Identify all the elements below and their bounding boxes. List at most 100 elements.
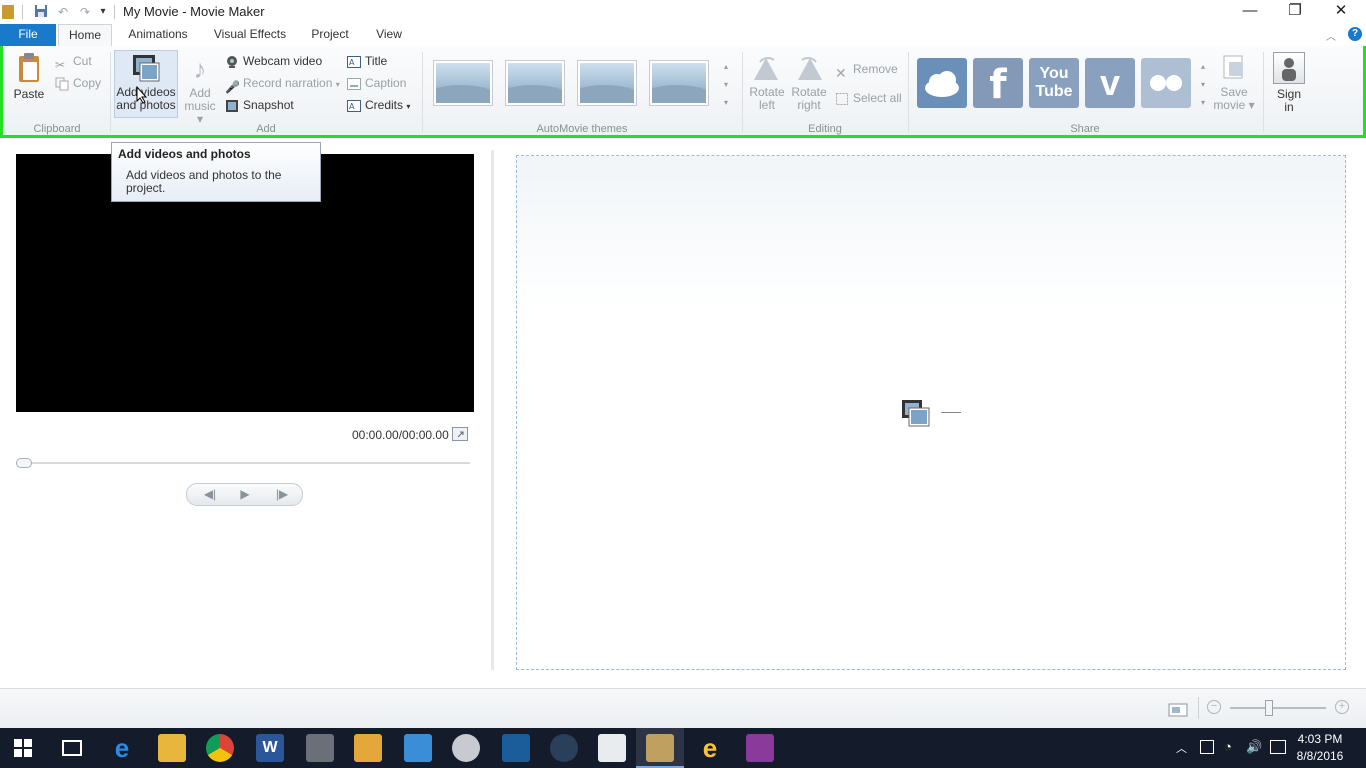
theme-thumbnail[interactable] bbox=[433, 60, 493, 106]
app-icon-recorder[interactable] bbox=[598, 734, 626, 762]
tab-visual-effects[interactable]: Visual Effects bbox=[206, 24, 294, 46]
next-frame-icon[interactable]: |▶ bbox=[269, 487, 295, 503]
taskbar: e W e ︿ ◔ 🔊 4:03 PM 8/8/2016 bbox=[0, 728, 1366, 768]
copy-label: Copy bbox=[73, 76, 102, 90]
rotate-left-icon bbox=[752, 54, 782, 82]
edge-icon[interactable]: e bbox=[108, 734, 136, 762]
themes-gallery-scroll[interactable]: ▴ ▾ ▾ bbox=[719, 58, 733, 112]
save-movie-icon bbox=[1221, 54, 1247, 82]
restore-button[interactable]: ❐ bbox=[1272, 0, 1318, 24]
play-icon[interactable]: ▶ bbox=[233, 487, 257, 503]
clock-time[interactable]: 4:03 PM bbox=[1290, 732, 1350, 746]
chrome-icon[interactable] bbox=[206, 734, 234, 762]
show-hidden-icons-icon[interactable]: ︿ bbox=[1176, 740, 1187, 756]
add-music-button[interactable]: ♪ Add music ▾ bbox=[181, 54, 219, 126]
fullscreen-preview-icon[interactable] bbox=[452, 427, 468, 441]
share-gallery-scroll[interactable]: ▴ ▾ ▾ bbox=[1196, 58, 1210, 112]
help-icon[interactable]: ? bbox=[1348, 27, 1362, 41]
select-all-icon bbox=[835, 92, 849, 106]
credits-label: Credits bbox=[365, 98, 404, 112]
paste-button[interactable]: Paste bbox=[9, 52, 49, 101]
app-icon-spider[interactable] bbox=[306, 734, 334, 762]
chevron-down-icon: ▾ bbox=[335, 80, 340, 89]
credits-button[interactable]: A Credits ▾ bbox=[347, 95, 410, 115]
tab-animations[interactable]: Animations bbox=[120, 24, 196, 46]
minimize-button[interactable]: — bbox=[1227, 0, 1273, 24]
word-icon[interactable]: W bbox=[256, 734, 284, 762]
zoom-slider-track[interactable] bbox=[1230, 707, 1326, 709]
zoom-out-icon[interactable]: − bbox=[1207, 700, 1221, 714]
close-button[interactable]: ✕ bbox=[1318, 0, 1364, 24]
redo-icon[interactable]: ↷ bbox=[77, 4, 93, 20]
notifications-icon[interactable] bbox=[1270, 740, 1286, 754]
tab-view[interactable]: View bbox=[366, 24, 412, 46]
undo-icon[interactable]: ↶ bbox=[55, 4, 71, 20]
add-media-placeholder-icon[interactable] bbox=[901, 398, 931, 428]
clock-date[interactable]: 8/8/2016 bbox=[1290, 749, 1350, 763]
youtube-icon[interactable]: You Tube bbox=[1029, 58, 1079, 108]
theme-thumbnail[interactable] bbox=[505, 60, 565, 106]
remove-button[interactable]: ✕ Remove bbox=[835, 59, 898, 81]
window-title: My Movie - Movie Maker bbox=[123, 4, 265, 19]
save-movie-button[interactable]: Save movie ▾ bbox=[1211, 54, 1257, 112]
app-icon-window[interactable] bbox=[404, 734, 432, 762]
movie-maker-taskbar-button[interactable] bbox=[636, 728, 684, 768]
customize-qat-icon[interactable]: ▾ bbox=[95, 4, 111, 20]
file-explorer-icon[interactable] bbox=[158, 734, 186, 762]
previous-frame-icon[interactable]: ◀| bbox=[197, 487, 223, 503]
title-button[interactable]: A Title bbox=[347, 51, 387, 71]
winrar-icon[interactable] bbox=[746, 734, 774, 762]
app-icon-character[interactable] bbox=[452, 734, 480, 762]
add-videos-and-photos-button[interactable]: Add videos and photos bbox=[114, 50, 178, 118]
snapshot-button[interactable]: Snapshot bbox=[225, 95, 294, 115]
tab-project[interactable]: Project bbox=[304, 24, 356, 46]
paste-label: Paste bbox=[13, 87, 45, 101]
media-player-icon[interactable] bbox=[354, 734, 382, 762]
title-label: Title bbox=[365, 54, 388, 68]
windows-start-icon[interactable] bbox=[14, 739, 32, 757]
snapshot-icon bbox=[225, 99, 239, 113]
user-icon bbox=[1273, 52, 1305, 84]
caption-button[interactable]: Caption bbox=[347, 73, 406, 93]
app-icon-s[interactable] bbox=[502, 734, 530, 762]
caption-icon bbox=[347, 77, 361, 91]
vimeo-icon[interactable]: v bbox=[1085, 58, 1135, 108]
pane-splitter[interactable] bbox=[491, 150, 494, 670]
record-narration-button[interactable]: 🎤 Record narration ▾ bbox=[225, 73, 340, 94]
theme-thumbnail[interactable] bbox=[649, 60, 709, 106]
status-bar: − + bbox=[0, 688, 1366, 728]
seek-bar[interactable] bbox=[16, 462, 470, 464]
group-label-clipboard: Clipboard bbox=[33, 123, 81, 135]
save-icon[interactable] bbox=[33, 4, 49, 20]
volume-icon[interactable]: 🔊 bbox=[1246, 739, 1262, 755]
copy-button[interactable]: Copy bbox=[55, 73, 101, 93]
rotate-right-button[interactable]: Rotate right bbox=[789, 54, 829, 112]
paste-icon bbox=[17, 52, 41, 84]
onedrive-icon[interactable] bbox=[917, 58, 967, 108]
group-separator bbox=[1263, 52, 1264, 132]
theme-thumbnail[interactable] bbox=[577, 60, 637, 106]
battery-icon[interactable] bbox=[1200, 740, 1214, 754]
thumbnail-size-icon[interactable] bbox=[1168, 701, 1188, 717]
steam-icon[interactable] bbox=[550, 734, 578, 762]
group-separator bbox=[422, 52, 423, 132]
zoom-in-icon[interactable]: + bbox=[1335, 700, 1349, 714]
app-icon[interactable] bbox=[2, 5, 14, 19]
cut-button[interactable]: ✂ Cut bbox=[55, 51, 92, 72]
webcam-video-button[interactable]: Webcam video bbox=[225, 51, 322, 71]
tab-file[interactable]: File bbox=[0, 24, 56, 46]
task-view-icon[interactable] bbox=[62, 740, 82, 756]
collapse-ribbon-icon[interactable]: ︿ bbox=[1326, 28, 1336, 43]
select-all-button[interactable]: Select all bbox=[835, 88, 902, 108]
storyboard-area[interactable] bbox=[516, 155, 1346, 670]
tab-home[interactable]: Home bbox=[58, 24, 112, 46]
rotate-left-button[interactable]: Rotate left bbox=[747, 54, 787, 112]
flickr-icon[interactable] bbox=[1141, 58, 1191, 108]
zoom-slider-thumb[interactable] bbox=[1265, 700, 1273, 716]
chevron-down-icon: ▾ bbox=[406, 102, 411, 111]
sign-in-button[interactable]: Sign in bbox=[1269, 52, 1309, 114]
facebook-icon[interactable]: f bbox=[973, 58, 1023, 108]
network-icon[interactable]: ◔ bbox=[1224, 739, 1232, 754]
seek-thumb[interactable] bbox=[16, 458, 32, 468]
internet-explorer-icon[interactable]: e bbox=[696, 734, 724, 762]
